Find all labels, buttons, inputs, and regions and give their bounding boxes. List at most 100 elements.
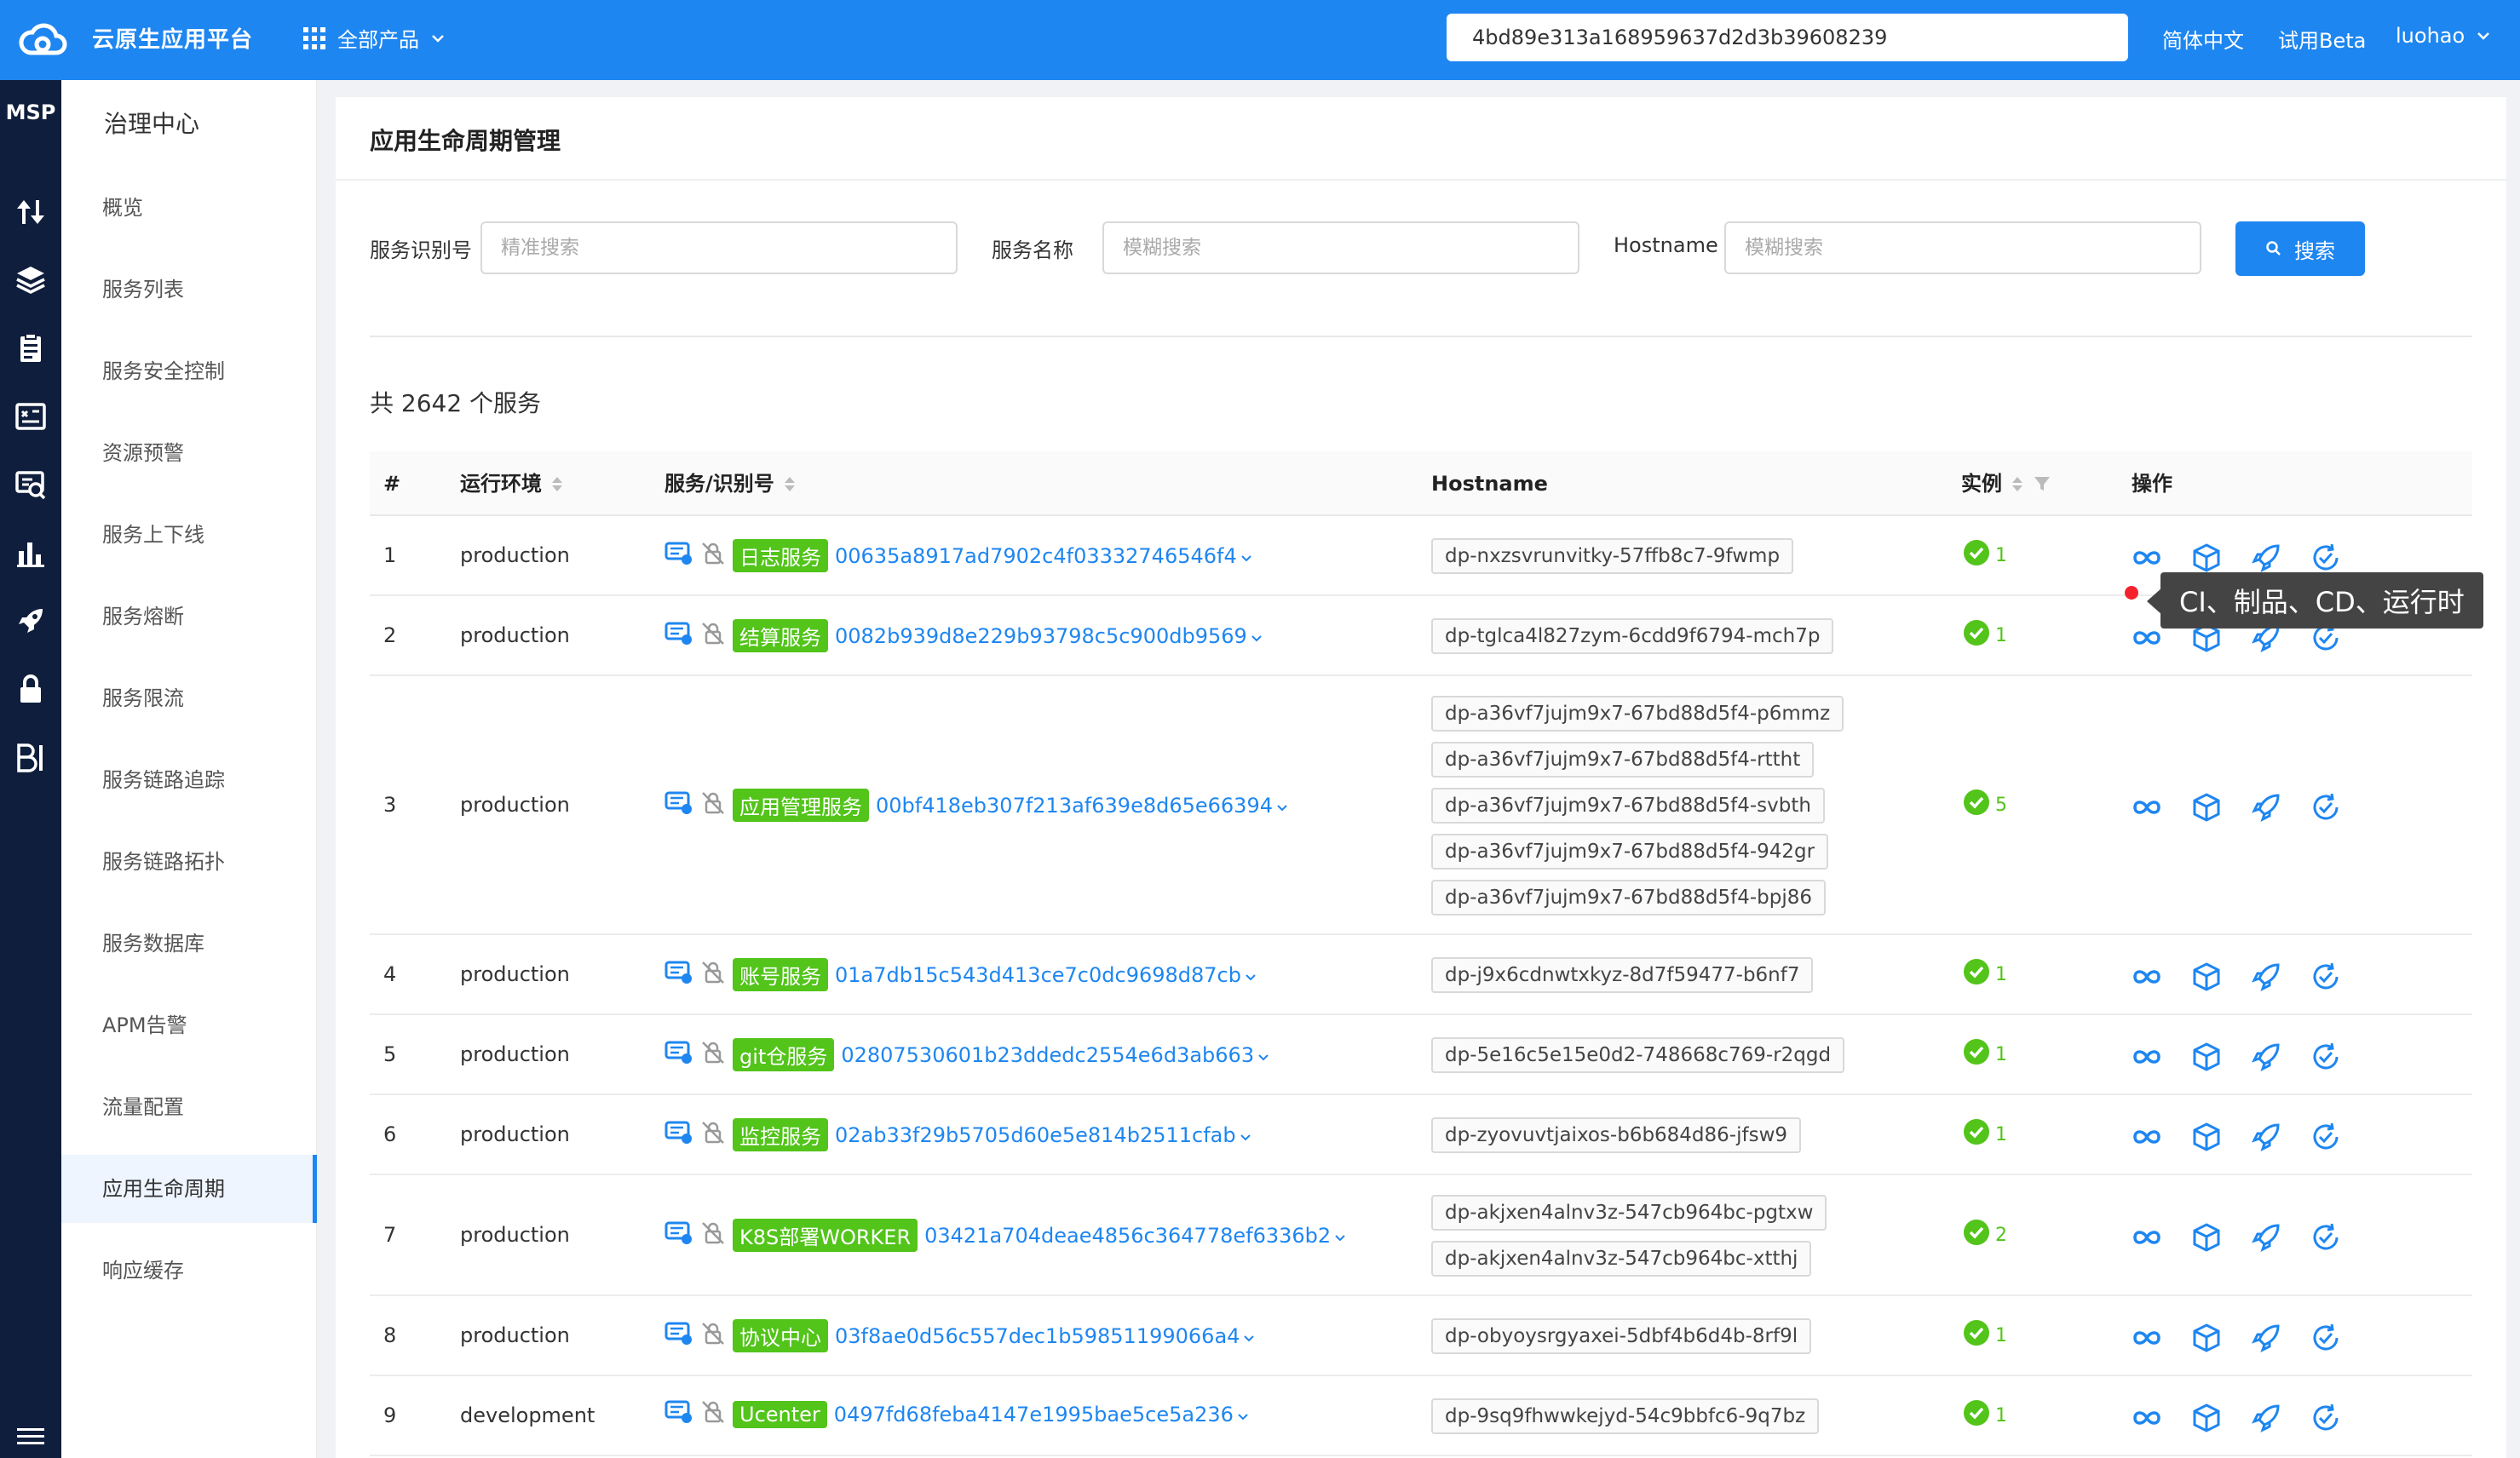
runtime-check-icon[interactable] (2309, 1401, 2343, 1438)
sidebar-item-security-control[interactable]: 服务安全控制 (61, 337, 317, 405)
instance-count[interactable]: 1 (1963, 1319, 2007, 1352)
beta-link[interactable]: 试用Beta (2278, 24, 2366, 54)
runtime-check-icon[interactable] (2309, 1321, 2343, 1358)
artifact-cube-icon[interactable] (2189, 790, 2224, 828)
rail-menu-toggle[interactable] (0, 1415, 61, 1458)
monitor-icon[interactable] (665, 1220, 693, 1251)
ci-pipeline-icon[interactable] (2130, 1401, 2164, 1438)
search-button[interactable]: 搜索 (2235, 221, 2365, 276)
deploy-rocket-icon[interactable] (2249, 790, 2283, 828)
monitor-icon[interactable] (665, 541, 693, 571)
instance-count[interactable]: 5 (1963, 789, 2007, 821)
hostname-input[interactable]: 模糊搜索 (1724, 221, 2201, 274)
instance-count[interactable]: 2 (1963, 1219, 2007, 1251)
instance-count[interactable]: 1 (1963, 619, 2007, 652)
service-id-link[interactable]: 00635a8917ad7902c4f03332746546f4 (835, 544, 1252, 568)
artifact-cube-icon[interactable] (2189, 1220, 2224, 1258)
artifact-cube-icon[interactable] (2189, 1120, 2224, 1157)
all-products-menu[interactable]: 全部产品 (303, 23, 445, 53)
service-id-link[interactable]: 02807530601b23ddedc2554e6d3ab663 (841, 1043, 1269, 1067)
app-title[interactable]: 云原生应用平台 (92, 22, 253, 54)
deploy-rocket-icon[interactable] (2249, 1321, 2283, 1358)
rail-item-deploy[interactable] (0, 600, 61, 642)
sidebar-item-tracing[interactable]: 服务链路追踪 (61, 746, 317, 814)
service-id-link[interactable]: 02ab33f29b5705d60e5e814b2511cfab (835, 1123, 1251, 1147)
rail-item-dashboard[interactable] (0, 395, 61, 438)
instance-count[interactable]: 1 (1963, 1118, 2007, 1151)
monitor-icon[interactable] (665, 621, 693, 652)
language-switch[interactable]: 简体中文 (2162, 24, 2244, 54)
monitor-icon[interactable] (665, 960, 693, 990)
monitor-icon[interactable] (665, 1120, 693, 1151)
runtime-check-icon[interactable] (2309, 1120, 2343, 1157)
ci-pipeline-icon[interactable] (2130, 1120, 2164, 1157)
security-lock-icon[interactable] (700, 1120, 726, 1151)
sidebar-item-traffic-config[interactable]: 流量配置 (61, 1073, 317, 1141)
instance-count[interactable]: 1 (1963, 539, 2007, 571)
service-id-input[interactable]: 精准搜索 (480, 221, 958, 274)
sort-icon[interactable] (784, 476, 795, 491)
sidebar-item-online-offline[interactable]: 服务上下线 (61, 501, 317, 569)
instance-count[interactable]: 1 (1963, 1038, 2007, 1071)
ci-pipeline-icon[interactable] (2130, 790, 2164, 828)
ci-pipeline-icon[interactable] (2130, 1321, 2164, 1358)
security-lock-icon[interactable] (700, 1040, 726, 1071)
security-lock-icon[interactable] (700, 541, 726, 571)
deploy-rocket-icon[interactable] (2249, 1401, 2283, 1438)
runtime-check-icon[interactable] (2309, 1220, 2343, 1258)
sidebar-item-circuit-breaker[interactable]: 服务熔断 (61, 583, 317, 651)
col-service[interactable]: 服务/识别号 (665, 451, 795, 516)
instance-count[interactable]: 1 (1963, 1399, 2007, 1432)
ci-pipeline-icon[interactable] (2130, 1040, 2164, 1077)
rail-item-bi[interactable] (0, 736, 61, 778)
sidebar-item-resource-alert[interactable]: 资源预警 (61, 419, 317, 487)
service-id-link[interactable]: 0082b939d8e229b93798c5c900db9569 (835, 624, 1263, 648)
ci-pipeline-icon[interactable] (2130, 541, 2164, 578)
monitor-icon[interactable] (665, 1399, 693, 1430)
security-lock-icon[interactable] (700, 790, 726, 821)
rail-item-clipboard[interactable] (0, 327, 61, 370)
instance-count[interactable]: 1 (1963, 958, 2007, 990)
deploy-rocket-icon[interactable] (2249, 1120, 2283, 1157)
security-lock-icon[interactable] (700, 1321, 726, 1352)
runtime-check-icon[interactable] (2309, 960, 2343, 997)
rail-item-layers[interactable] (0, 259, 61, 301)
rail-item-traffic[interactable] (0, 191, 61, 233)
sidebar-item-overview[interactable]: 概览 (61, 174, 317, 242)
monitor-icon[interactable] (665, 1040, 693, 1071)
service-id-link[interactable]: 01a7db15c543d413ce7c0dc9698d87cb (835, 963, 1257, 987)
rail-item-monitor[interactable] (0, 463, 61, 506)
security-lock-icon[interactable] (700, 1220, 726, 1251)
artifact-cube-icon[interactable] (2189, 960, 2224, 997)
ci-pipeline-icon[interactable] (2130, 960, 2164, 997)
sidebar-item-database[interactable]: 服务数据库 (61, 910, 317, 978)
deploy-rocket-icon[interactable] (2249, 960, 2283, 997)
deploy-rocket-icon[interactable] (2249, 1220, 2283, 1258)
monitor-icon[interactable] (665, 1321, 693, 1352)
service-id-link[interactable]: 00bf418eb307f213af639e8d65e66394 (876, 794, 1288, 818)
sidebar-item-apm-alert[interactable]: APM告警 (61, 991, 317, 1059)
artifact-cube-icon[interactable] (2189, 1040, 2224, 1077)
rail-item-chart[interactable] (0, 531, 61, 574)
deploy-rocket-icon[interactable] (2249, 1040, 2283, 1077)
security-lock-icon[interactable] (700, 960, 726, 990)
global-search-input[interactable]: 4bd89e313a168959637d2d3b39608239 (1447, 14, 2128, 61)
user-menu[interactable]: luohao (2396, 24, 2490, 48)
rail-item-security[interactable] (0, 668, 61, 710)
security-lock-icon[interactable] (700, 621, 726, 652)
service-name-input[interactable]: 模糊搜索 (1102, 221, 1579, 274)
runtime-check-icon[interactable] (2309, 790, 2343, 828)
sidebar-item-topology[interactable]: 服务链路拓扑 (61, 828, 317, 896)
sidebar-item-service-list[interactable]: 服务列表 (61, 255, 317, 324)
sidebar-item-app-lifecycle[interactable]: 应用生命周期 (61, 1155, 317, 1223)
service-id-link[interactable]: 03f8ae0d56c557dec1b59851199066a4 (835, 1324, 1255, 1348)
sort-icon[interactable] (2012, 476, 2022, 491)
artifact-cube-icon[interactable] (2189, 1321, 2224, 1358)
ci-pipeline-icon[interactable] (2130, 621, 2164, 658)
monitor-icon[interactable] (665, 790, 693, 821)
filter-icon[interactable] (2033, 474, 2051, 493)
col-env[interactable]: 运行环境 (460, 451, 562, 516)
ci-pipeline-icon[interactable] (2130, 1220, 2164, 1258)
runtime-check-icon[interactable] (2309, 1040, 2343, 1077)
sidebar-item-response-cache[interactable]: 响应缓存 (61, 1237, 317, 1305)
